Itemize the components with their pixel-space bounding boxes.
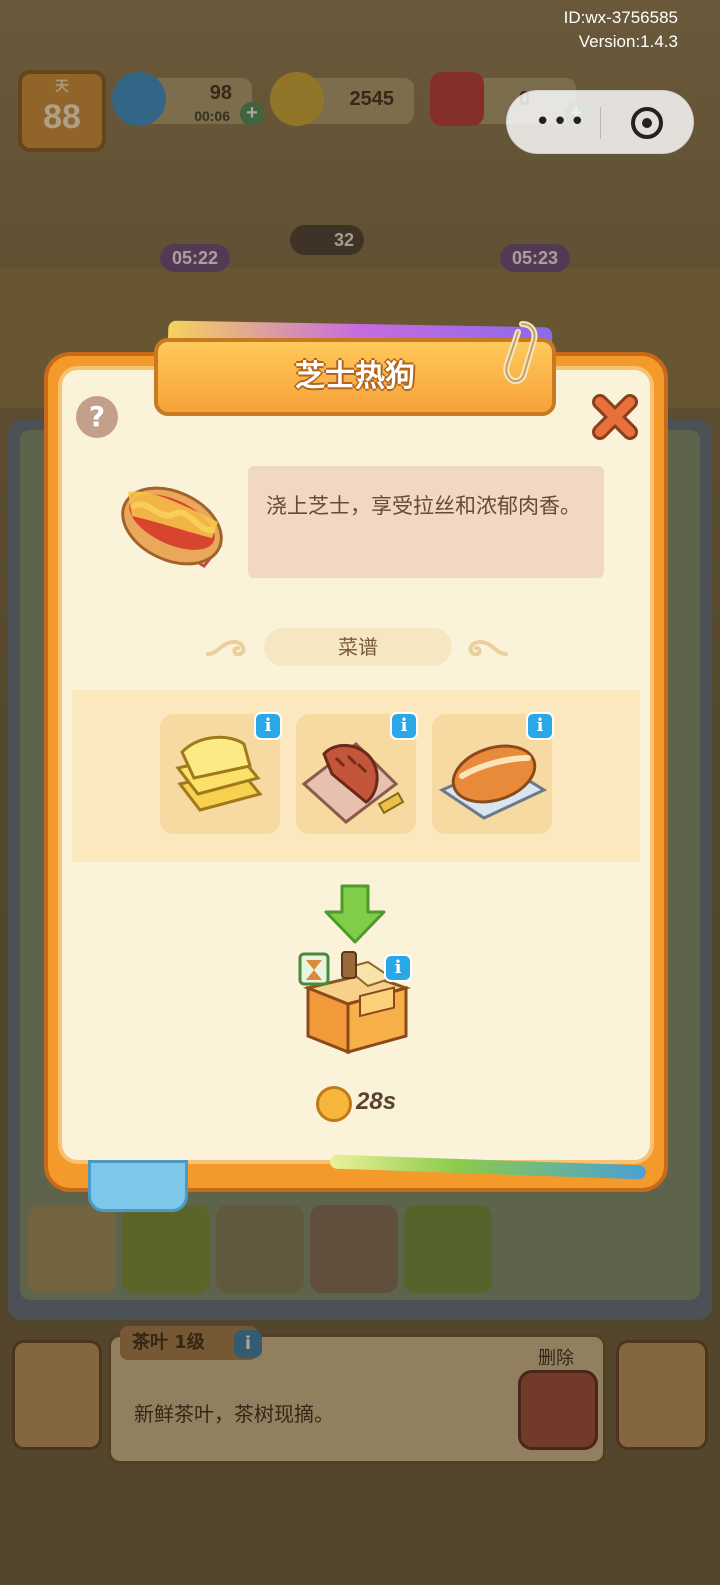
dish-description: 浇上芝士，享受拉丝和浓郁肉香。 <box>266 494 581 518</box>
close-icon[interactable] <box>590 392 640 442</box>
decorative-tab <box>88 1160 188 1212</box>
clock-icon <box>316 1086 352 1122</box>
cheese-hotdog-icon <box>121 486 223 568</box>
station-info-button[interactable]: i <box>384 954 412 982</box>
miniprogram-capsule: ••• <box>506 90 694 154</box>
app-version: Version:1.4.3 <box>578 32 678 51</box>
recipe-label: 菜谱 <box>264 628 452 666</box>
cook-time-value: 28s <box>356 1088 397 1115</box>
ingredient-info-button[interactable]: i <box>526 712 554 740</box>
close-miniprogram-button[interactable] <box>631 107 663 139</box>
arrow-down-icon <box>324 884 386 944</box>
capsule-divider <box>600 107 601 139</box>
ornament-left-icon <box>206 639 246 657</box>
more-options-button[interactable]: ••• <box>535 109 587 135</box>
paperclip-icon <box>503 321 538 384</box>
ingredient-info-button[interactable]: i <box>254 712 282 740</box>
ornament-right-icon <box>468 639 508 657</box>
app-id: ID:wx-3756585 <box>563 8 678 27</box>
help-button[interactable]: ? <box>76 396 118 438</box>
ingredient-info-button[interactable]: i <box>390 712 418 740</box>
build-info: ID:wx-3756585 Version:1.4.3 <box>564 6 678 54</box>
